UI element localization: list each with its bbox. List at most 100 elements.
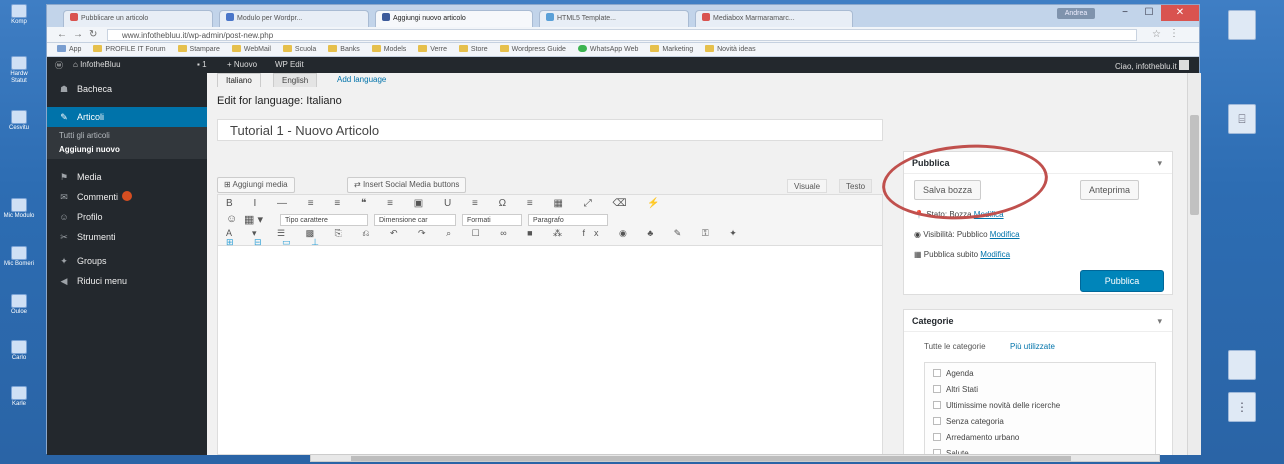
admin-bar-comments[interactable]: ▪ 1 [197, 60, 207, 69]
paragraph-select[interactable]: Paragrafo [528, 214, 608, 226]
admin-bar-account[interactable]: Ciao, infotheblu.it [1115, 60, 1189, 71]
browser-tab[interactable]: Pubblicare un articolo [63, 10, 213, 27]
bookmark-item[interactable]: Novità ideas [705, 43, 756, 56]
forward-icon[interactable]: → [73, 29, 83, 40]
insert-social-media-button[interactable]: ⇄ Insert Social Media buttons [347, 177, 467, 193]
category-item[interactable]: Ultimissime novità delle ricerche [933, 401, 1060, 410]
font-size-select[interactable]: Dimensione car [374, 214, 456, 226]
category-item[interactable]: Senza categoria [933, 417, 1004, 426]
checkbox[interactable] [933, 417, 941, 425]
submenu-all-posts[interactable]: Tutti gli articoli [47, 127, 207, 143]
browser-tab[interactable]: HTML5 Template... [539, 10, 689, 27]
document-icon [11, 340, 27, 354]
bookmark-item[interactable]: Store [458, 43, 488, 56]
sidebar-item-groups[interactable]: ✦ Groups [47, 251, 207, 271]
preview-button[interactable]: Anteprima [1080, 180, 1140, 200]
sidebar-item-commenti[interactable]: ✉ Commenti [47, 187, 207, 207]
browser-tab[interactable]: Mediabox Marmaramarc... [695, 10, 853, 27]
desktop-shortcut-icon[interactable]: ⌸ [1228, 104, 1256, 134]
bookmark-item[interactable]: Banks [328, 43, 360, 56]
format-select[interactable]: Formati [462, 214, 522, 226]
add-language-link[interactable]: Add language [337, 75, 386, 84]
desktop-icon[interactable]: Mic Bomeri [2, 246, 36, 268]
tab-visuale[interactable]: Visuale [787, 179, 828, 193]
apps-icon [57, 45, 66, 52]
bookmark-item[interactable]: Stampare [177, 43, 220, 56]
desktop-icon[interactable]: Karle [2, 386, 36, 408]
bookmark-item[interactable]: WebMail [231, 43, 271, 56]
horizontal-scrollbar[interactable] [310, 454, 1160, 462]
add-media-button[interactable]: ⊞ Aggiungi media [217, 177, 295, 193]
sidebar-item-bacheca[interactable]: ☗ Bacheca [47, 79, 207, 99]
url-field[interactable]: www.infothebluu.it/wp-admin/post-new.php [107, 29, 1137, 41]
scrollbar-thumb[interactable] [1190, 115, 1199, 215]
desktop-shortcut-icon[interactable] [1228, 10, 1256, 40]
desktop-icon[interactable]: Cesvitu [2, 110, 36, 132]
bookmark-star-icon[interactable]: ☆ [1152, 29, 1161, 40]
checkbox[interactable] [933, 369, 941, 377]
tab-most-used[interactable]: Più utilizzate [1010, 342, 1055, 351]
emoji-icon[interactable]: ☺ [226, 213, 237, 225]
desktop-icon[interactable]: Ouloe [2, 294, 36, 316]
vertical-scrollbar[interactable] [1187, 73, 1201, 455]
collapse-menu-button[interactable]: ◀ Riduci menu [47, 271, 207, 291]
reload-icon[interactable]: ↻ [89, 29, 97, 40]
schedule-edit-link[interactable]: Modifica [980, 250, 1010, 259]
tab-all-categories[interactable]: Tutte le categorie [924, 342, 986, 351]
submenu-add-new[interactable]: Aggiungi nuovo [47, 143, 207, 159]
desktop-icon[interactable]: Mic Modulo [2, 198, 36, 220]
table-icon[interactable]: ▦ ▾ [244, 213, 263, 226]
sidebar-item-media[interactable]: ⚑ Media [47, 167, 207, 187]
bookmark-item[interactable]: PROFILE IT Forum [93, 43, 166, 56]
back-icon[interactable]: ← [57, 29, 67, 40]
desktop-shortcut-icon[interactable] [1228, 350, 1256, 380]
checkbox[interactable] [933, 401, 941, 409]
tab-testo[interactable]: Testo [839, 179, 873, 193]
category-item[interactable]: Arredamento urbano [933, 433, 1019, 442]
toolbar-row-formatting[interactable]: B I — ≡ ≡ ❝ ≡ ▣ U ≡ Ω ≡ ▦ ⤢ ⌫ ⚡ [226, 198, 669, 209]
desktop-icon[interactable]: Hardw Statut [2, 56, 36, 85]
minimize-button[interactable]: − [1113, 5, 1137, 21]
font-family-select[interactable]: Tipo carattere [280, 214, 368, 226]
desktop-icon[interactable]: Carlo [2, 340, 36, 362]
publish-button[interactable]: Pubblica [1080, 270, 1164, 292]
menu-icon[interactable]: ⋮ [1169, 28, 1179, 39]
toggle-arrow-icon[interactable]: ▾ [1157, 310, 1162, 332]
post-title-input[interactable]: Tutorial 1 - Nuovo Articolo [217, 119, 883, 141]
categories-box-header[interactable]: Categorie ▾ [904, 310, 1172, 332]
checkbox[interactable] [933, 433, 941, 441]
desktop-shortcut-icon[interactable]: ⋮ [1228, 392, 1256, 422]
scrollbar-thumb[interactable] [351, 456, 1071, 461]
category-item[interactable]: Altri Stati [933, 385, 978, 394]
editor-body[interactable] [217, 246, 883, 455]
bookmark-item[interactable]: WhatsApp Web [577, 43, 638, 56]
category-item[interactable]: Agenda [933, 369, 974, 378]
bookmark-item[interactable]: Marketing [650, 43, 693, 56]
admin-bar-new[interactable]: + Nuovo [227, 60, 257, 69]
visibility-edit-link[interactable]: Modifica [990, 230, 1020, 239]
schedule-row: ▦ Pubblica subito Modifica [914, 250, 1010, 259]
browser-tab[interactable]: Modulo per Wordpr... [219, 10, 369, 27]
language-tab-italiano[interactable]: Italiano [217, 73, 261, 87]
toggle-arrow-icon[interactable]: ▾ [1157, 152, 1162, 174]
checkbox[interactable] [933, 385, 941, 393]
bookmark-item[interactable]: Scuola [282, 43, 316, 56]
bookmark-item[interactable]: Wordpress Guide [499, 43, 566, 56]
sidebar-item-label: Media [77, 172, 102, 182]
sidebar-item-articoli[interactable]: ✎ Articoli [47, 107, 207, 127]
bookmark-item[interactable]: App [57, 43, 81, 56]
language-tab-english[interactable]: English [273, 73, 318, 87]
wordpress-logo-icon[interactable]: ⓦ [55, 60, 63, 71]
close-button[interactable]: ✕ [1161, 5, 1199, 21]
admin-bar-site-name[interactable]: ⌂ InfotheBluu [73, 60, 121, 69]
bookmark-item[interactable]: Models [371, 43, 406, 56]
browser-tab-active[interactable]: Aggiungi nuovo articolo [375, 10, 533, 27]
maximize-button[interactable]: ☐ [1137, 5, 1161, 21]
sidebar-item-profilo[interactable]: ☺ Profilo [47, 207, 207, 227]
profile-chip[interactable]: Andrea [1057, 8, 1095, 19]
folder-icon [11, 110, 27, 124]
bookmark-item[interactable]: Verre [418, 43, 447, 56]
admin-bar-wp-edit[interactable]: WP Edit [275, 60, 304, 69]
sidebar-item-strumenti[interactable]: ✂ Strumenti [47, 227, 207, 247]
desktop-icon[interactable]: Komp [2, 4, 36, 26]
